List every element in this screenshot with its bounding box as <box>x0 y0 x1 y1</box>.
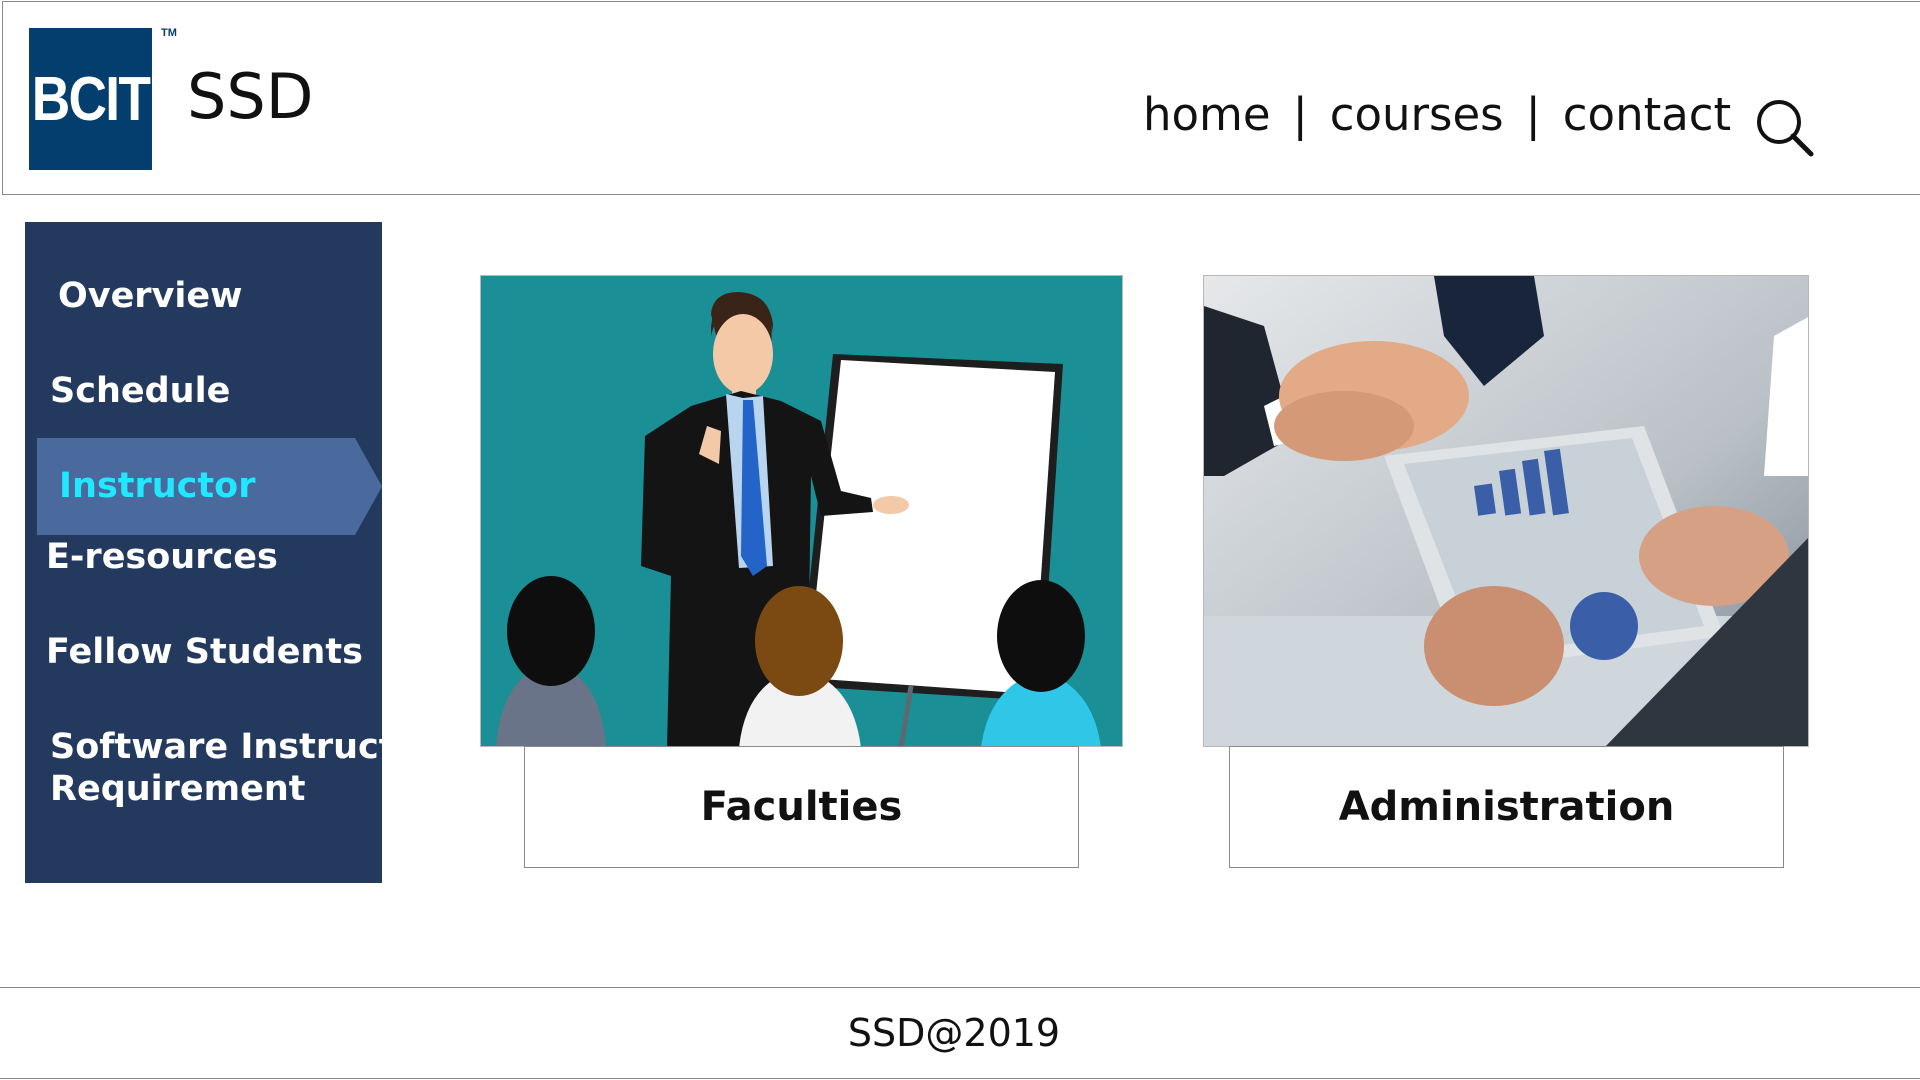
sidebar-item-label: Instructor <box>59 466 256 506</box>
logo-text: BCIT <box>31 64 151 134</box>
header: BCIT TM SSD home | courses | contact <box>2 1 1920 195</box>
sidebar-item-schedule[interactable]: Schedule <box>50 371 230 411</box>
nav-separator: | <box>1525 88 1541 141</box>
sidebar-item-fellow-students[interactable]: Fellow Students <box>46 632 363 672</box>
sidebar: Overview Schedule Instructor E-resources… <box>25 222 382 883</box>
footer-copyright: SSD@2019 <box>847 1011 1061 1055</box>
faculties-image[interactable] <box>480 275 1123 747</box>
sidebar-item-instructor[interactable]: Instructor <box>37 438 382 535</box>
search-icon[interactable] <box>1755 98 1815 158</box>
nav-courses-link[interactable]: courses <box>1330 88 1504 141</box>
top-nav: home | courses | contact <box>1143 88 1731 141</box>
sidebar-item-overview[interactable]: Overview <box>58 276 242 316</box>
sidebar-item-e-resources[interactable]: E-resources <box>46 537 278 577</box>
site-title: SSD <box>187 60 314 133</box>
faculties-card-label[interactable]: Faculties <box>524 746 1079 868</box>
sidebar-item-requirement[interactable]: Requirement <box>50 769 306 809</box>
presentation-illustration <box>481 276 1122 746</box>
sidebar-item-software-instructor[interactable]: Software Instructor <box>50 727 382 767</box>
nav-home-link[interactable]: home <box>1143 88 1271 141</box>
administration-image[interactable] <box>1203 275 1809 747</box>
nav-separator: | <box>1292 88 1308 141</box>
nav-contact-link[interactable]: contact <box>1563 88 1731 141</box>
bcit-logo[interactable]: BCIT <box>29 28 152 170</box>
footer: SSD@2019 <box>0 987 1920 1079</box>
logo-trademark: TM <box>161 27 177 39</box>
handshake-photo <box>1204 276 1808 746</box>
administration-card-label[interactable]: Administration <box>1229 746 1784 868</box>
